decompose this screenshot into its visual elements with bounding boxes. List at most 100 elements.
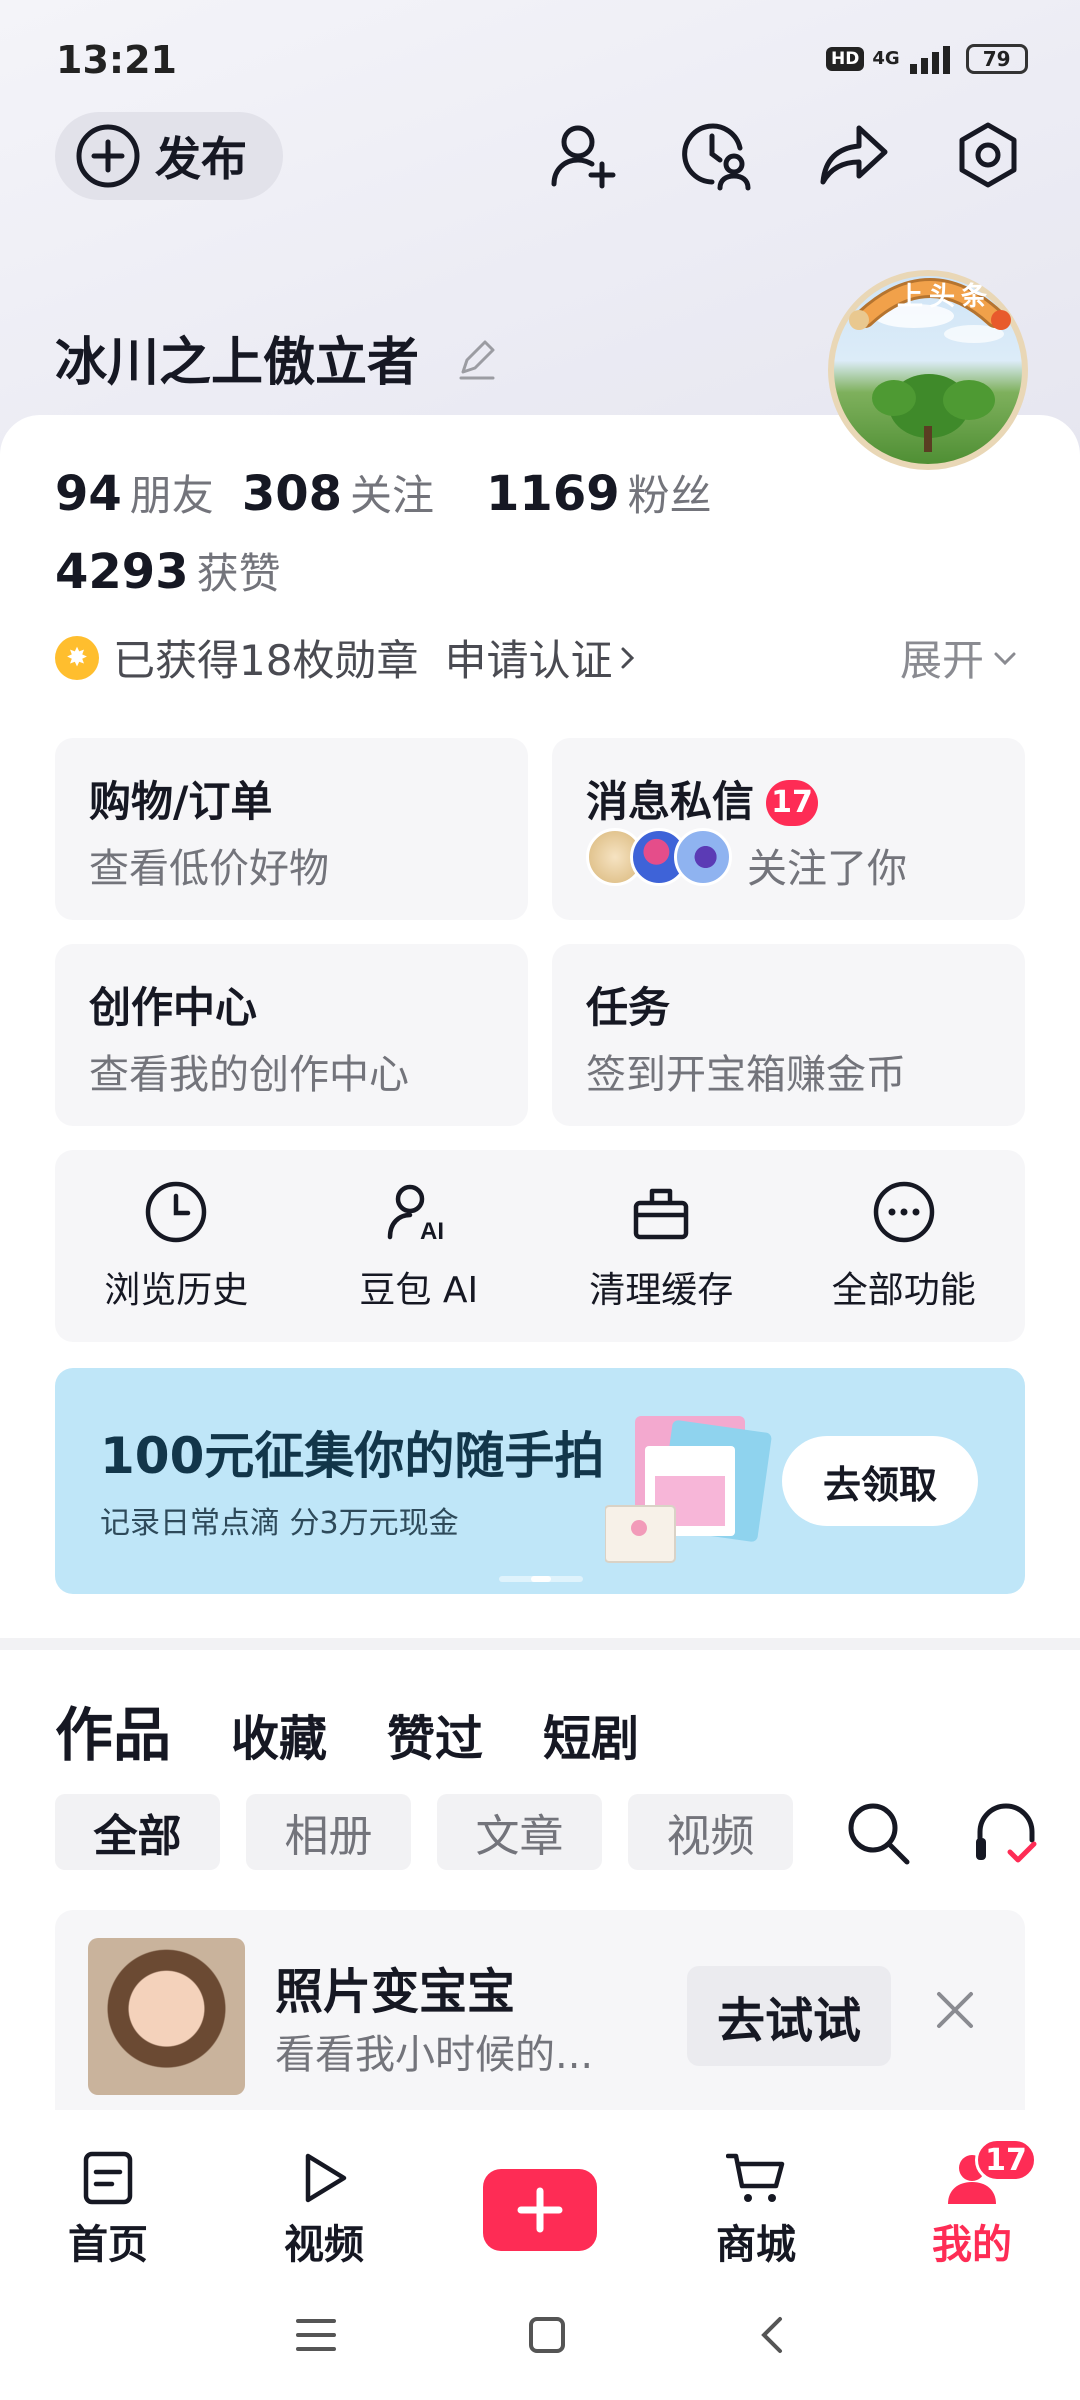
signal-icon: [909, 46, 950, 74]
tile-subtitle: 关注了你: [747, 846, 907, 892]
medal-row: ✸ 已获得18枚勋章 申请认证: [55, 627, 638, 688]
friends-stat[interactable]: 94 朋友: [55, 462, 214, 523]
messages-title: 消息私信: [586, 777, 755, 826]
shopping-orders-tile[interactable]: 购物/订单 查看低价好物: [55, 738, 528, 920]
content-tabs: 作品 收藏 赞过 短剧: [55, 1688, 639, 1772]
filter-chips: 全部 相册 文章 视频: [55, 1794, 793, 1870]
search-icon[interactable]: [845, 1800, 911, 1870]
plus-circle-icon: [76, 124, 140, 188]
avatar: [674, 828, 732, 886]
followers-count: 1169: [486, 466, 620, 522]
nav-video[interactable]: 视频: [249, 2150, 399, 2270]
tile-subtitle: 查看低价好物: [89, 846, 329, 892]
cleanup-icon: [634, 1188, 689, 1240]
tile-title: 任务: [586, 983, 671, 1032]
share-icon[interactable]: [815, 115, 895, 195]
following-label: 关注: [350, 471, 435, 520]
chip-video[interactable]: 视频: [628, 1794, 793, 1870]
cart-icon: [726, 2153, 785, 2202]
chevron-down-icon: [994, 652, 1016, 665]
expand-button[interactable]: 展开: [900, 627, 1018, 688]
messages-tile[interactable]: 消息私信 17 关注了你: [552, 738, 1025, 920]
tab-works[interactable]: 作品: [55, 1688, 171, 1772]
followers-label: 粉丝: [627, 471, 712, 520]
chip-all[interactable]: 全部: [55, 1794, 220, 1870]
promo-title: 照片变宝宝: [275, 1964, 516, 2020]
bottom-nav: 首页 视频 商城 我的 17: [0, 2135, 1080, 2285]
likes-stat[interactable]: 4293 获赞: [55, 540, 281, 601]
chip-article[interactable]: 文章: [437, 1794, 602, 1870]
nav-badge: 17: [975, 2138, 1037, 2182]
friends-label: 朋友: [129, 471, 214, 520]
menu-icon[interactable]: [294, 2317, 338, 2353]
tile-subtitle: 查看我的创作中心: [89, 1052, 409, 1098]
headset-icon[interactable]: [972, 1800, 1042, 1870]
tile-title: 创作中心: [89, 983, 258, 1032]
clock-icon: [146, 1181, 207, 1243]
expand-text: 展开: [899, 636, 984, 685]
friends-count: 94: [55, 466, 122, 522]
system-navigation: [0, 2315, 1080, 2355]
nav-label: 视频: [284, 2222, 364, 2268]
followers-stat[interactable]: 1169 粉丝: [486, 462, 712, 523]
clear-cache-tool[interactable]: 清理缓存: [540, 1150, 783, 1342]
visitor-history-icon[interactable]: [675, 115, 755, 195]
verify-text: 申请认证: [444, 636, 613, 685]
tools-row: 浏览历史 AI 豆包 AI 清理缓存 全部功能: [55, 1150, 1025, 1342]
likes-label: 获赞: [196, 549, 281, 598]
svg-text:AI: AI: [420, 1218, 444, 1245]
headline-badge: 上头条: [845, 268, 1015, 338]
photo-collage-illustration: [605, 1416, 772, 1563]
tool-label: 豆包 AI: [359, 1270, 479, 1311]
publish-button[interactable]: 发布: [55, 112, 283, 200]
publish-label: 发布: [155, 132, 247, 186]
tile-subtitle: 签到开宝箱赚金币: [586, 1052, 906, 1098]
tab-short-drama[interactable]: 短剧: [543, 1699, 639, 1769]
history-tool[interactable]: 浏览历史: [55, 1150, 298, 1342]
play-icon: [305, 2153, 347, 2203]
edit-icon[interactable]: [455, 338, 499, 382]
ai-assistant-icon: AI: [387, 1184, 444, 1245]
hd-icon: HD: [826, 47, 865, 71]
tab-liked[interactable]: 赞过: [387, 1699, 483, 1769]
system-icons: HD 4G 79: [826, 44, 1028, 74]
nav-me[interactable]: 我的 17: [897, 2138, 1047, 2270]
battery-icon: 79: [965, 44, 1028, 74]
verify-link[interactable]: 申请认证: [444, 627, 638, 688]
tile-title: 消息私信 17: [586, 768, 819, 829]
medals-text[interactable]: 已获得18枚勋章: [113, 627, 418, 688]
add-friend-icon[interactable]: [545, 115, 625, 195]
likes-count: 4293: [55, 544, 189, 600]
back-icon[interactable]: [756, 2315, 786, 2355]
photo-to-baby-promo[interactable]: 照片变宝宝 看看我小时候的... 去试试: [55, 1910, 1025, 2110]
settings-icon[interactable]: [948, 115, 1028, 195]
promo-subtitle: 看看我小时候的...: [275, 2032, 594, 2078]
bottom-bar: 首页 视频 商城 我的 17: [0, 2120, 1080, 2400]
banner-title: 100元征集你的随手拍: [100, 1427, 605, 1485]
nav-home[interactable]: 首页: [33, 2150, 183, 2270]
tasks-tile[interactable]: 任务 签到开宝箱赚金币: [552, 944, 1025, 1126]
follower-avatars: [586, 828, 732, 886]
following-stat[interactable]: 308 关注: [242, 462, 434, 523]
close-icon[interactable]: [935, 1990, 975, 2030]
ai-tool[interactable]: AI 豆包 AI: [298, 1150, 541, 1342]
all-features-tool[interactable]: 全部功能: [783, 1150, 1026, 1342]
nav-create[interactable]: [465, 2169, 615, 2251]
plus-icon: [483, 2169, 597, 2251]
nav-mall[interactable]: 商城: [681, 2150, 831, 2270]
tab-favorites[interactable]: 收藏: [231, 1699, 327, 1769]
campaign-banner[interactable]: 100元征集你的随手拍 记录日常点滴 分3万元现金 去领取: [55, 1368, 1025, 1594]
tile-title: 购物/订单: [89, 777, 273, 826]
try-button[interactable]: 去试试: [687, 1966, 891, 2066]
banner-subtitle: 记录日常点滴 分3万元现金: [100, 1506, 459, 1541]
tool-label: 浏览历史: [104, 1270, 249, 1311]
home-square-icon[interactable]: [527, 2315, 567, 2355]
claim-button[interactable]: 去领取: [782, 1436, 978, 1526]
medal-icon: ✸: [55, 635, 99, 680]
creator-center-tile[interactable]: 创作中心 查看我的创作中心: [55, 944, 528, 1126]
chip-album[interactable]: 相册: [246, 1794, 411, 1870]
profile-name: 冰川之上傲立者: [55, 320, 499, 395]
nav-label: 我的: [932, 2222, 1012, 2268]
more-icon: [873, 1181, 934, 1243]
network-label: 4G: [872, 48, 900, 69]
